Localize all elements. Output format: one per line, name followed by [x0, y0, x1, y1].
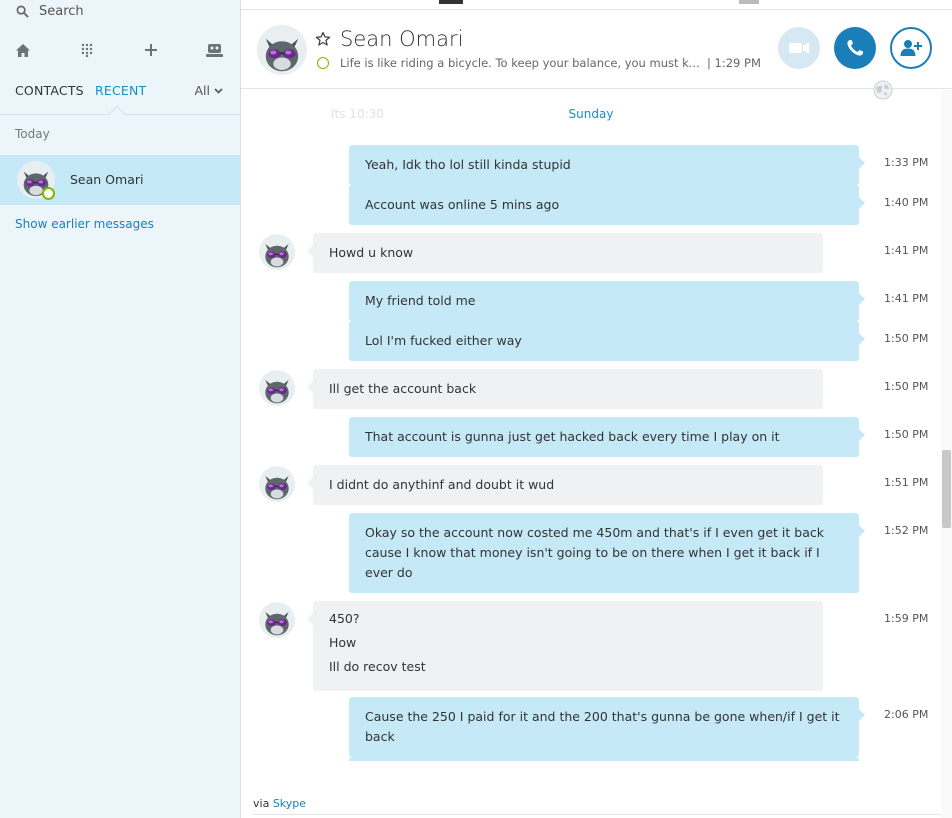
- star-favorite-icon[interactable]: [315, 31, 331, 47]
- tab-contacts[interactable]: CONTACTS: [15, 83, 84, 98]
- message-bubble-partial: [349, 757, 859, 761]
- window-tab-marker: [439, 0, 463, 4]
- video-call-button[interactable]: [778, 27, 820, 69]
- footer-prefix: via: [253, 797, 270, 810]
- sidebar: Search CONTACTS RECENT All Today Sean Om…: [0, 0, 241, 818]
- outgoing-message-bubble[interactable]: Yeah, Idk tho lol still kinda stupid: [349, 145, 865, 185]
- section-label-today: Today: [15, 127, 50, 141]
- recent-contact-name: Sean Omari: [70, 172, 144, 187]
- message-timestamp: 1:50 PM: [884, 428, 929, 441]
- sender-avatar[interactable]: [259, 234, 295, 270]
- message-timestamp: 1:41 PM: [884, 244, 929, 257]
- sender-avatar[interactable]: [259, 370, 295, 406]
- contact-avatar[interactable]: [257, 25, 307, 75]
- incoming-message-bubble[interactable]: Ill get the account back: [307, 369, 823, 409]
- message-text: I didnt do anythinf and doubt it wud: [329, 477, 555, 492]
- message-text: Howd u know: [329, 245, 414, 260]
- sidebar-toolbar: [0, 36, 240, 64]
- dialpad-icon[interactable]: [77, 40, 97, 60]
- search-icon: [16, 5, 29, 18]
- presence-status-icon: [317, 57, 329, 69]
- chevron-down-icon: [214, 87, 223, 94]
- add-icon[interactable]: [141, 40, 161, 60]
- message-text: Ill get the account back: [329, 381, 477, 396]
- video-camera-icon: [789, 42, 809, 54]
- outgoing-message-bubble[interactable]: Okay so the account now costed me 450m a…: [349, 513, 865, 593]
- outgoing-message-bubble[interactable]: Cause the 250 I paid for it and the 200 …: [349, 697, 865, 757]
- message-timestamp: 1:50 PM: [884, 380, 929, 393]
- message-timestamp: 2:06 PM: [884, 708, 929, 721]
- phone-icon: [847, 40, 863, 56]
- message-text: My friend told me: [365, 293, 476, 308]
- scrollbar-thumb[interactable]: [942, 450, 951, 528]
- bot-icon[interactable]: [204, 40, 224, 60]
- message-timestamp: 1:51 PM: [884, 476, 929, 489]
- contact-name: Sean Omari: [340, 27, 464, 51]
- active-tab-indicator: [108, 105, 126, 123]
- add-person-icon: [900, 40, 922, 56]
- message-timestamp: 1:52 PM: [884, 524, 929, 537]
- message-timestamp: 1:59 PM: [884, 612, 929, 625]
- outgoing-message-bubble[interactable]: My friend told me: [349, 281, 865, 321]
- filter-label: All: [194, 83, 211, 98]
- message-timestamp: 1:41 PM: [884, 292, 929, 305]
- message-text: Account was online 5 mins ago: [365, 197, 560, 212]
- incoming-message-bubble[interactable]: 450? How Ill do recov test: [307, 601, 823, 691]
- conversation-header: Sean Omari Life is like riding a bicycle…: [241, 11, 952, 89]
- filter-dropdown[interactable]: All: [195, 83, 224, 98]
- footer-divider: [253, 814, 941, 815]
- home-icon[interactable]: [13, 40, 33, 60]
- message-text: How: [329, 635, 357, 650]
- mood-message: Life is like riding a bicycle. To keep y…: [340, 56, 702, 70]
- mood-time: | 1:29 PM: [707, 56, 761, 70]
- incoming-message-bubble[interactable]: I didnt do anythinf and doubt it wud: [307, 465, 823, 505]
- message-text: 450?: [329, 611, 360, 626]
- incoming-message-bubble[interactable]: Howd u know: [307, 233, 823, 273]
- outgoing-message-bubble[interactable]: Account was online 5 mins ago: [349, 185, 865, 225]
- message-list[interactable]: Its 10:30 Sunday Yeah, Idk tho lol still…: [241, 90, 941, 790]
- message-text: Cause the 250 I paid for it and the 200 …: [365, 709, 840, 744]
- tab-recent[interactable]: RECENT: [95, 83, 146, 98]
- message-text: Lol I'm fucked either way: [365, 333, 522, 348]
- sender-avatar[interactable]: [259, 466, 295, 502]
- search-bar[interactable]: Search: [0, 0, 240, 22]
- contact-tabs: CONTACTS RECENT All: [0, 81, 240, 123]
- window-tab-marker: [739, 0, 759, 4]
- message-text: Yeah, Idk tho lol still kinda stupid: [365, 157, 571, 172]
- date-separator: Sunday: [568, 107, 614, 121]
- message-text: Okay so the account now costed me 450m a…: [365, 525, 824, 580]
- message-timestamp: 1:50 PM: [884, 332, 929, 345]
- outgoing-message-bubble[interactable]: Lol I'm fucked either way: [349, 321, 865, 361]
- presence-online-icon: [42, 187, 55, 200]
- message-text: That account is gunna just get hacked ba…: [365, 429, 780, 444]
- show-earlier-messages-link[interactable]: Show earlier messages: [15, 217, 154, 231]
- search-input[interactable]: Search: [39, 4, 84, 19]
- voice-call-button[interactable]: [834, 27, 876, 69]
- message-timestamp: 1:40 PM: [884, 196, 929, 209]
- scrollbar[interactable]: [941, 90, 952, 818]
- message-timestamp: 1:33 PM: [884, 156, 929, 169]
- message-text: Ill do recov test: [329, 659, 426, 674]
- conversation-pane: Sean Omari Life is like riding a bicycle…: [241, 0, 952, 818]
- skype-link[interactable]: Skype: [273, 797, 306, 810]
- sender-avatar[interactable]: [259, 602, 295, 638]
- recent-conversation-item[interactable]: Sean Omari: [0, 155, 240, 205]
- top-strip: [241, 0, 952, 10]
- add-people-button[interactable]: [890, 27, 932, 69]
- outgoing-message-bubble[interactable]: That account is gunna just get hacked ba…: [349, 417, 865, 457]
- footer: via Skype: [253, 797, 306, 810]
